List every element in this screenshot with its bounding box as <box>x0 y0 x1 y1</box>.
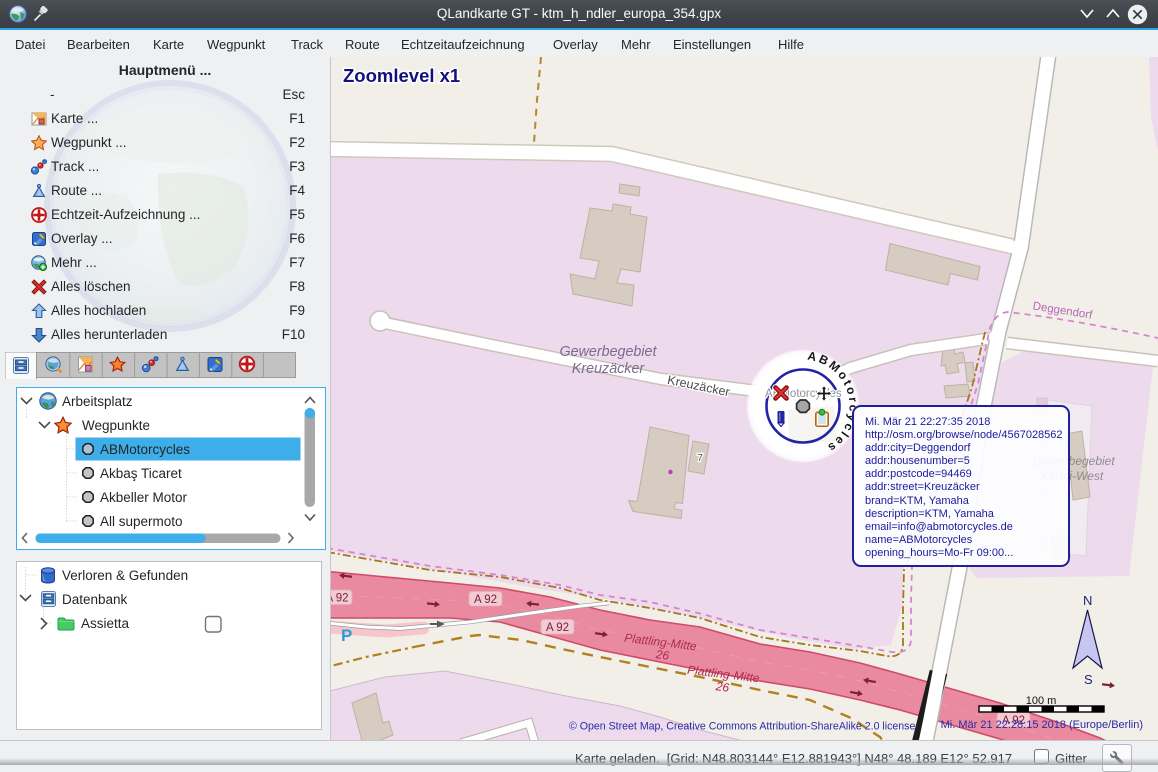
svg-text:P: P <box>341 626 352 645</box>
svg-text:7: 7 <box>697 452 703 464</box>
svg-text:Kreuzäcker: Kreuzäcker <box>572 361 646 377</box>
svg-text:A 92: A 92 <box>546 622 569 634</box>
svg-text:A 92: A 92 <box>331 592 349 604</box>
svg-text:26: 26 <box>654 647 670 663</box>
svg-text:© Open Street Map, Creative Co: © Open Street Map, Creative Commons Attr… <box>569 721 915 733</box>
svg-text:Deggendorf: Deggendorf <box>1032 300 1094 321</box>
svg-text:A 92: A 92 <box>474 594 497 606</box>
svg-text:N: N <box>1083 593 1092 608</box>
svg-text:Gewerbegebiet: Gewerbegebiet <box>560 344 658 360</box>
svg-text:Mi. Mär 21 22:28:15 2018 (Euro: Mi. Mär 21 22:28:15 2018 (Europe/Berlin) <box>941 719 1143 731</box>
svg-text:S: S <box>1084 672 1093 687</box>
svg-text:Zoomlevel x1: Zoomlevel x1 <box>343 65 460 86</box>
svg-text:100 m: 100 m <box>1026 695 1057 707</box>
svg-text:26: 26 <box>714 679 730 695</box>
